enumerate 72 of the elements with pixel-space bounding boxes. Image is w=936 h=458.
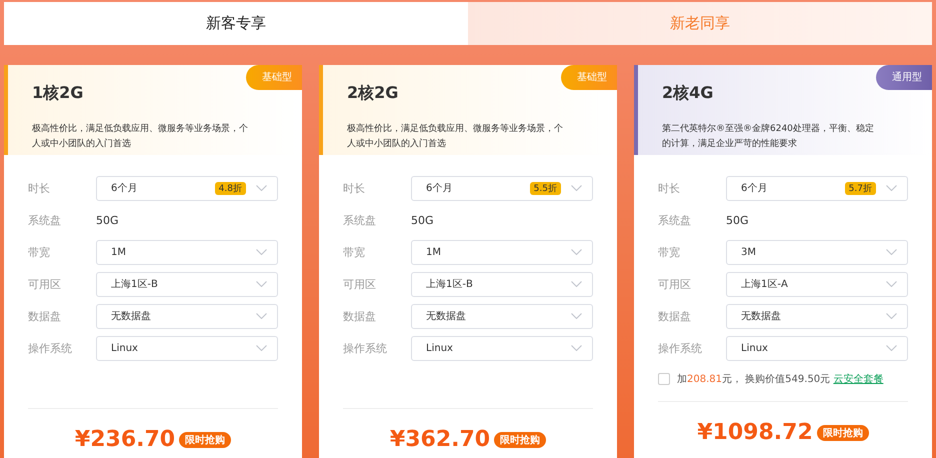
- tab[interactable]: 新客专享: [4, 2, 468, 45]
- dropdown[interactable]: 上海1区-A: [726, 272, 908, 296]
- chevron-down-icon: [571, 345, 582, 351]
- field-label: 操作系统: [28, 340, 73, 356]
- dropdown[interactable]: 6个月 5.5折: [411, 176, 593, 200]
- field-label: 数据盘: [343, 308, 377, 324]
- plan-title: 2核4G: [662, 83, 714, 104]
- chevron-down-icon: [886, 185, 897, 191]
- plan-title: 2核2G: [347, 83, 400, 104]
- flash-sale-badge: 限时抢购: [494, 432, 546, 448]
- dropdown[interactable]: 上海1区-B: [96, 272, 278, 296]
- dropdown[interactable]: 无数据盘: [726, 304, 908, 328]
- chevron-down-icon: [256, 249, 267, 255]
- field-label: 数据盘: [658, 308, 692, 324]
- discount-badge: 4.8折: [214, 182, 246, 194]
- field-value: 50G: [96, 214, 119, 226]
- chevron-down-icon: [571, 313, 582, 319]
- dropdown[interactable]: 1M: [96, 240, 278, 264]
- chevron-down-icon: [571, 185, 582, 191]
- field-label: 带宽: [28, 244, 51, 260]
- dropdown[interactable]: 无数据盘: [96, 304, 278, 328]
- dropdown[interactable]: 6个月 4.8折: [96, 176, 278, 200]
- field-label: 可用区: [28, 276, 62, 292]
- chevron-down-icon: [886, 281, 897, 287]
- flash-sale-badge: 限时抢购: [179, 432, 232, 448]
- plan-description: 极高性价比，满足低负载应用、微服务等业务场景，个人或中小团队的入门首选: [32, 122, 249, 151]
- field-label: 操作系统: [658, 340, 703, 356]
- price: ¥1098.72: [697, 420, 813, 445]
- chevron-down-icon: [256, 185, 267, 191]
- chevron-down-icon: [886, 345, 897, 351]
- field-label: 系统盘: [28, 212, 62, 228]
- chevron-down-icon: [571, 249, 582, 255]
- discount-badge: 5.5折: [530, 182, 561, 194]
- dropdown[interactable]: 6个月 5.7折: [726, 176, 908, 200]
- field-label: 时长: [343, 180, 366, 196]
- chevron-down-icon: [886, 249, 897, 255]
- field-label: 系统盘: [343, 212, 377, 228]
- field-label: 带宽: [658, 244, 681, 260]
- plan-description: 极高性价比，满足低负载应用、微服务等业务场景，个人或中小团队的入门首选: [347, 122, 564, 151]
- chevron-down-icon: [886, 313, 897, 319]
- plan-type-badge: 基础型: [246, 65, 302, 90]
- dropdown[interactable]: Linux: [411, 336, 593, 360]
- dropdown[interactable]: 无数据盘: [411, 304, 593, 328]
- plan-title: 1核2G: [32, 83, 84, 104]
- field-label: 可用区: [658, 276, 692, 292]
- chevron-down-icon: [256, 281, 267, 287]
- field-label: 系统盘: [658, 212, 692, 228]
- field-label: 操作系统: [343, 340, 388, 356]
- dropdown[interactable]: Linux: [96, 336, 278, 360]
- discount-badge: 5.7折: [844, 182, 876, 194]
- plan-type-badge: 基础型: [561, 65, 617, 90]
- flash-sale-badge: 限时抢购: [816, 424, 869, 440]
- dropdown[interactable]: Linux: [726, 336, 908, 360]
- dropdown[interactable]: 1M: [411, 240, 593, 264]
- field-label: 时长: [658, 180, 681, 196]
- plan-type-badge: 通用型: [876, 65, 932, 90]
- price: ¥236.70: [74, 427, 176, 452]
- chevron-down-icon: [256, 345, 267, 351]
- addon-offer-text: 加208.81元， 换购价值549.50元 云安全套餐: [677, 372, 884, 386]
- chevron-down-icon: [256, 313, 267, 319]
- plan-description: 第二代英特尔®至强®金牌6240处理器，平衡、稳定的计算，满足企业严苛的性能要求: [662, 122, 875, 151]
- field-value: 50G: [411, 214, 434, 226]
- field-value: 50G: [726, 214, 749, 226]
- dropdown[interactable]: 3M: [726, 240, 908, 264]
- field-label: 时长: [28, 180, 51, 196]
- chevron-down-icon: [571, 281, 582, 287]
- price: ¥362.70: [390, 427, 490, 452]
- dropdown[interactable]: 上海1区-B: [411, 272, 593, 296]
- field-label: 可用区: [343, 276, 377, 292]
- checkbox[interactable]: [658, 373, 670, 385]
- field-label: 带宽: [343, 244, 366, 260]
- field-label: 数据盘: [28, 308, 62, 324]
